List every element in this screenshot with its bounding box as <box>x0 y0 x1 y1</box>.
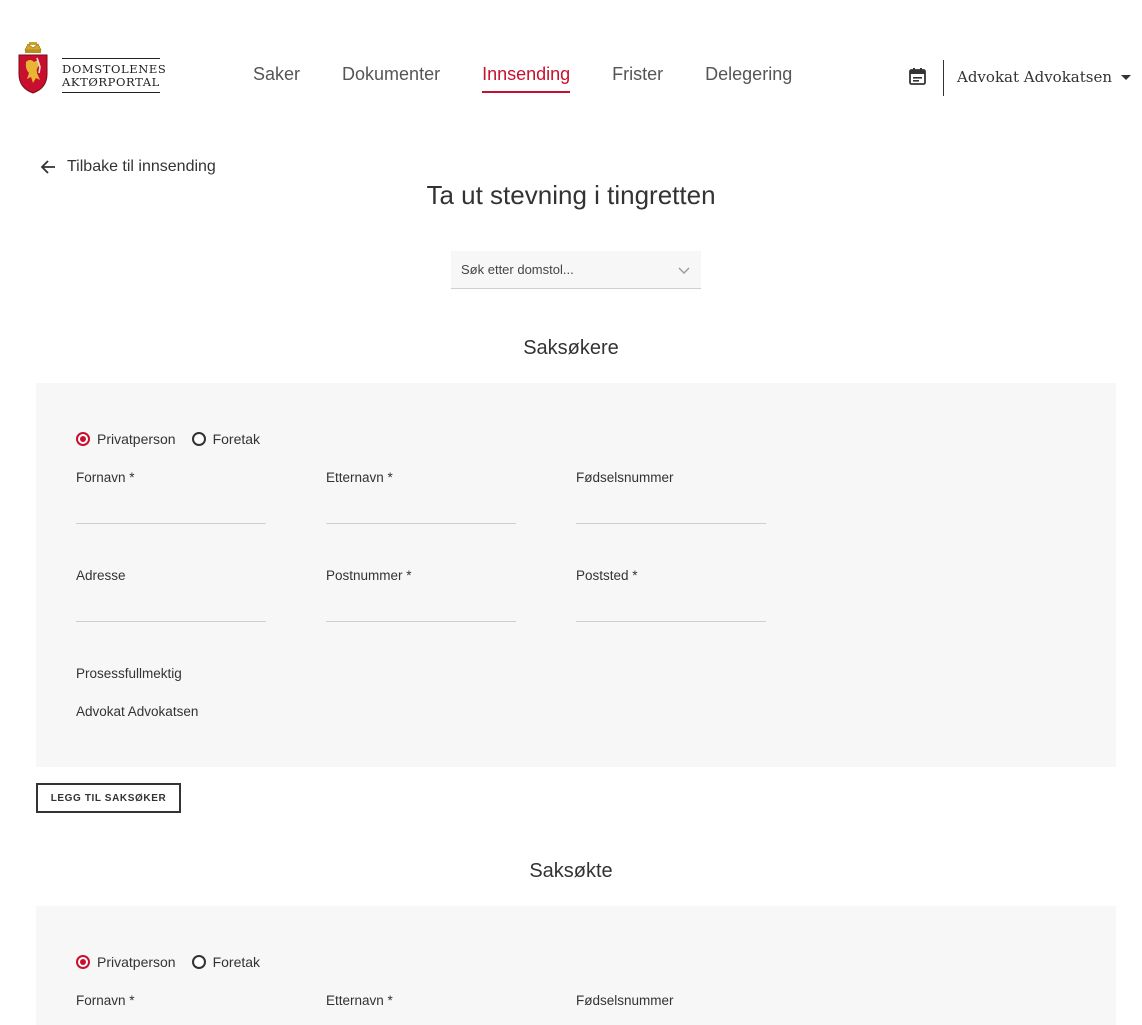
radio-checked-icon <box>76 955 90 969</box>
plaintiff-city: Poststed * <box>576 568 766 622</box>
user-name: Advokat Advokatsen <box>957 68 1113 86</box>
plaintiff-first-name: Fornavn * <box>76 470 266 524</box>
plaintiff-address: Adresse <box>76 568 266 622</box>
defendant-radio-person[interactable]: Privatperson <box>76 954 176 970</box>
nav-dokumenter[interactable]: Dokumenter <box>342 64 440 93</box>
caret-down-icon <box>1121 74 1132 80</box>
nav-innsending[interactable]: Innsending <box>482 64 571 93</box>
defendant-first-name: Fornavn * <box>76 993 266 1008</box>
counsel-value: Advokat Advokatsen <box>76 704 199 719</box>
court-search-placeholder: Søk etter domstol... <box>461 262 574 277</box>
radio-label: Privatperson <box>97 954 176 970</box>
header-divider <box>943 60 944 96</box>
plaintiff-city-input[interactable] <box>576 597 766 622</box>
plaintiff-postal-code: Postnummer * <box>326 568 516 622</box>
plaintiff-radio-company[interactable]: Foretak <box>191 431 261 447</box>
top-header: DOMSTOLENES AKTØRPORTAL Saker Dokumenter… <box>0 0 1142 140</box>
radio-label: Foretak <box>212 954 261 970</box>
plaintiff-ssn: Fødselsnummer <box>576 470 766 524</box>
nav-frister[interactable]: Frister <box>612 64 663 93</box>
radio-unchecked-icon <box>191 432 206 446</box>
back-link[interactable]: Tilbake til innsending <box>38 157 216 177</box>
user-menu[interactable]: Advokat Advokatsen <box>957 68 1132 86</box>
field-label: Poststed * <box>576 568 638 583</box>
radio-unchecked-icon <box>191 955 206 969</box>
defendant-radio-company[interactable]: Foretak <box>191 954 261 970</box>
plaintiff-radio-person[interactable]: Privatperson <box>76 431 176 447</box>
plaintiff-address-input[interactable] <box>76 597 266 622</box>
field-label: Fødselsnummer <box>576 470 674 485</box>
add-plaintiff-button[interactable]: LEGG TIL SAKSØKER <box>36 783 181 813</box>
portal-logo[interactable]: DOMSTOLENES AKTØRPORTAL <box>16 40 166 96</box>
plaintiff-last-name: Etternavn * <box>326 470 516 524</box>
defendant-type-radios: Privatperson Foretak <box>76 954 276 970</box>
arrow-left-icon <box>40 160 55 174</box>
back-link-label: Tilbake til innsending <box>67 158 216 175</box>
plaintiffs-title: Saksøkere <box>523 337 619 359</box>
nav-delegering[interactable]: Delegering <box>705 64 792 93</box>
field-label: Postnummer * <box>326 568 412 583</box>
coat-of-arms-icon <box>18 42 48 94</box>
court-search-select[interactable]: Søk etter domstol... <box>451 251 701 289</box>
field-label: Fornavn * <box>76 470 135 485</box>
radio-checked-icon <box>76 432 90 446</box>
plaintiff-type-radios: Privatperson Foretak <box>76 431 276 447</box>
field-label: Adresse <box>76 568 126 583</box>
radio-label: Privatperson <box>97 431 176 447</box>
radio-label: Foretak <box>212 431 261 447</box>
plaintiff-panel: Privatperson Foretak Fornavn * Etternavn… <box>36 383 1116 767</box>
chevron-down-icon <box>678 267 690 274</box>
calendar-icon[interactable] <box>908 67 927 86</box>
defendant-panel: Privatperson Foretak Fornavn * Etternavn… <box>36 906 1116 1025</box>
counsel-label: Prosessfullmektig <box>76 666 182 681</box>
plaintiff-first-name-input[interactable] <box>76 499 266 524</box>
defendant-ssn: Fødselsnummer <box>576 993 766 1008</box>
plaintiff-ssn-input[interactable] <box>576 499 766 524</box>
plaintiff-last-name-input[interactable] <box>326 499 516 524</box>
main-nav: Saker Dokumenter Innsending Frister Dele… <box>232 64 813 93</box>
defendants-title: Saksøkte <box>529 860 613 882</box>
logo-line-2: AKTØRPORTAL <box>62 75 160 89</box>
field-label: Etternavn * <box>326 993 393 1008</box>
portal-name: DOMSTOLENES AKTØRPORTAL <box>62 58 166 93</box>
nav-saker[interactable]: Saker <box>253 64 300 93</box>
field-label: Fødselsnummer <box>576 993 674 1008</box>
field-label: Etternavn * <box>326 470 393 485</box>
page-title: Ta ut stevning i tingretten <box>426 180 716 210</box>
defendant-last-name: Etternavn * <box>326 993 516 1008</box>
field-label: Fornavn * <box>76 993 135 1008</box>
plaintiff-postal-code-input[interactable] <box>326 597 516 622</box>
